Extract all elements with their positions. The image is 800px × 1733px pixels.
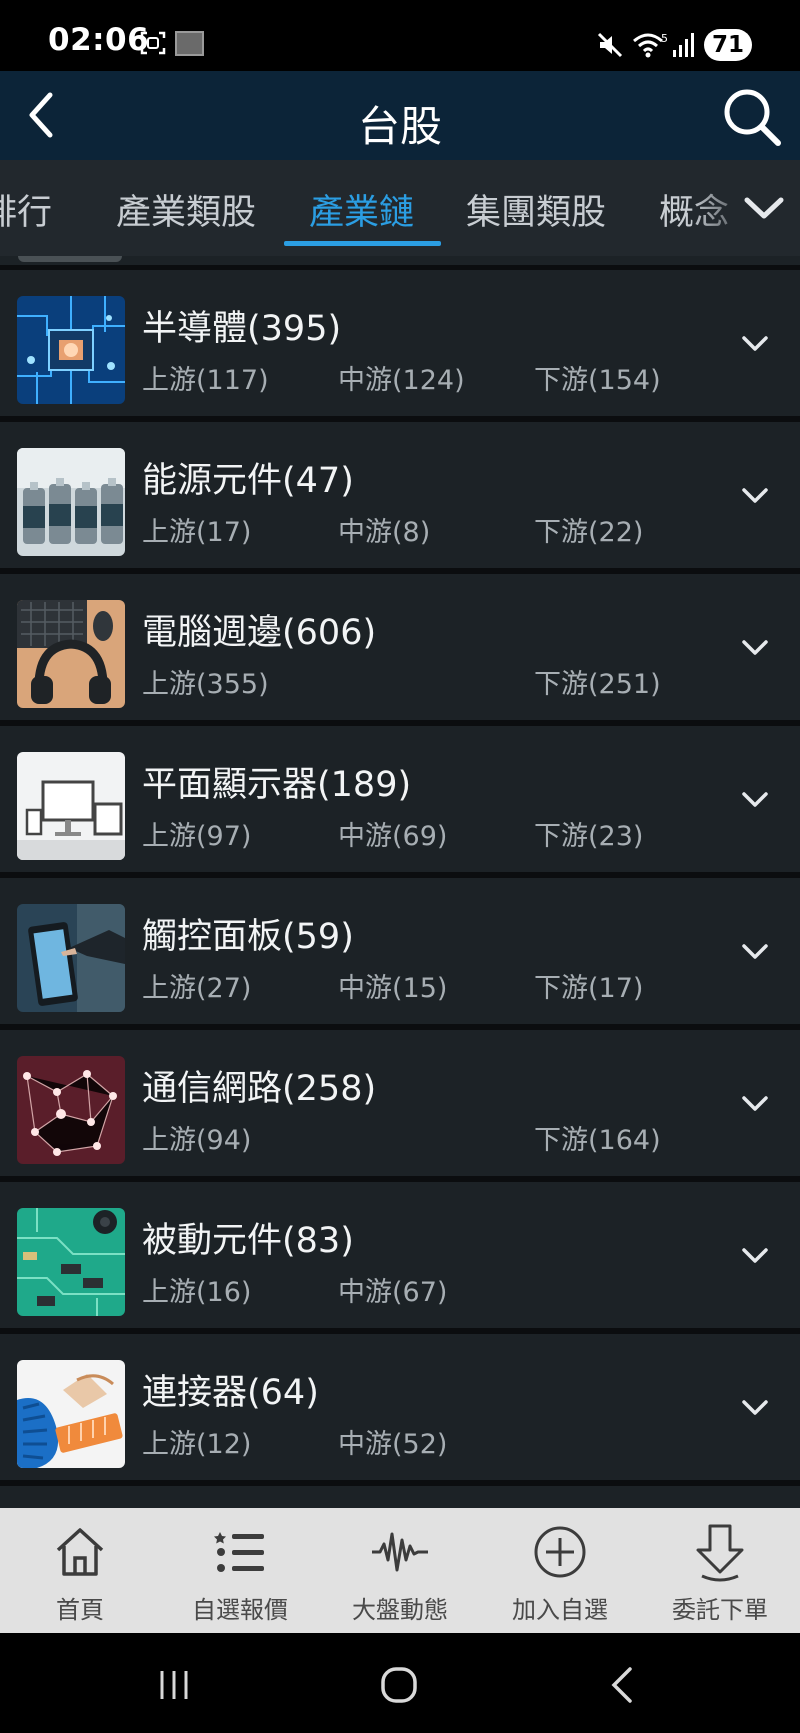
downstream-count[interactable]: 下游(23) [534,814,643,853]
expand-chevron-icon[interactable] [737,1389,773,1425]
svg-text:5: 5 [661,32,668,45]
bottom-nav: 首頁 自選報價 大盤動態 加入自選 委託下單 [0,1508,800,1633]
nav-label: 自選報價 [192,1596,288,1624]
expand-chevron-icon[interactable] [737,325,773,361]
nav-label: 首頁 [56,1596,104,1624]
expand-chevron-icon[interactable] [737,1237,773,1273]
tab-group-sector[interactable]: 集團類股 [466,184,606,235]
midstream-count[interactable]: 中游(124) [338,358,465,397]
list-item[interactable]: 連接器(64) 上游(12) 中游(52) [0,1334,800,1480]
search-icon[interactable] [720,85,784,149]
list-item[interactable]: 觸控面板(59) 上游(27) 中游(15) 下游(17) [0,878,800,1024]
upstream-count[interactable]: 上游(12) [142,1422,251,1461]
tab-ranking[interactable]: 排行 [0,184,52,235]
list-item [0,256,800,265]
industry-thumbnail [18,256,122,262]
connector-image [17,1360,125,1468]
order-down-icon [696,1524,744,1582]
active-tab-indicator [284,241,441,246]
upstream-count[interactable]: 上游(355) [142,662,269,701]
midstream-count[interactable]: 中游(52) [338,1422,447,1461]
upstream-count[interactable]: 上游(17) [142,510,251,549]
list-item [0,1486,800,1508]
list-item[interactable]: 半導體(395) 上游(117) 中游(124) 下游(154) [0,270,800,416]
midstream-count[interactable]: 中游(67) [338,1270,447,1309]
tab-industry-chain[interactable]: 產業鏈 [309,184,414,235]
nav-label: 大盤動態 [352,1596,448,1624]
downstream-count[interactable]: 下游(164) [534,1118,661,1157]
expand-chevron-icon[interactable] [737,933,773,969]
chip-image [17,296,125,404]
gallery-icon [175,31,204,56]
midstream-count[interactable]: 中游(69) [338,814,447,853]
page-title: 台股 [357,102,442,151]
expand-chevron-icon[interactable] [737,1085,773,1121]
industry-title: 通信網路(258) [142,1069,377,1109]
industry-title: 平面顯示器(189) [142,765,412,805]
industry-title: 被動元件(83) [142,1221,354,1261]
category-tabs: 排行 產業類股 產業鏈 集團類股 概念 [0,160,800,256]
nav-add-watchlist[interactable]: 加入自選 [480,1508,640,1633]
downstream-count[interactable]: 下游(17) [534,966,643,1005]
midstream-count[interactable]: 中游(15) [338,966,447,1005]
home-circle-icon[interactable] [377,1663,421,1707]
add-circle-icon [534,1526,586,1578]
upstream-count[interactable]: 上游(117) [142,358,269,397]
status-bar: 02:06 5 71 [0,0,800,71]
nav-watchlist[interactable]: 自選報價 [160,1508,320,1633]
wifi-icon: 5 [633,32,668,58]
system-nav-bar [0,1633,800,1733]
list-item[interactable]: 能源元件(47) 上游(17) 中游(8) 下游(22) [0,422,800,568]
industry-title: 電腦週邊(606) [142,613,377,653]
industry-title: 能源元件(47) [142,461,354,501]
back-icon[interactable] [602,1663,646,1707]
nav-market-trend[interactable]: 大盤動態 [320,1508,480,1633]
downstream-count[interactable]: 下游(154) [534,358,661,397]
recents-icon[interactable] [152,1663,196,1707]
upstream-count[interactable]: 上游(94) [142,1118,251,1157]
expand-chevron-icon[interactable] [737,781,773,817]
chevron-down-icon[interactable] [738,182,790,234]
industry-chain-list: 半導體(395) 上游(117) 中游(124) 下游(154) 能源元件(47… [0,256,800,1508]
list-icon [214,1532,264,1572]
signal-icon [673,33,694,57]
industry-title: 觸控面板(59) [142,917,354,957]
upstream-count[interactable]: 上游(97) [142,814,251,853]
touch-tablet-image [17,904,125,1012]
home-icon [56,1528,104,1576]
expand-chevron-icon[interactable] [737,477,773,513]
list-item[interactable]: 通信網路(258) 上游(94) 下游(164) [0,1030,800,1176]
upstream-count[interactable]: 上游(16) [142,1270,251,1309]
upstream-count[interactable]: 上游(27) [142,966,251,1005]
downstream-count[interactable]: 下游(22) [534,510,643,549]
headphones-image [17,600,125,708]
circuit-board-image [17,1208,125,1316]
nav-place-order[interactable]: 委託下單 [640,1508,800,1633]
expand-chevron-icon[interactable] [737,629,773,665]
display-devices-image [17,752,125,860]
pulse-icon [372,1532,428,1572]
screenshot-icon [140,31,166,55]
mute-icon [597,32,623,58]
nav-label: 委託下單 [672,1596,768,1624]
battery-indicator: 71 [704,29,752,61]
tab-industry-sector[interactable]: 產業類股 [116,184,256,235]
list-item[interactable]: 被動元件(83) 上游(16) 中游(67) [0,1182,800,1328]
industry-title: 半導體(395) [142,309,342,349]
app-header: 台股 [0,71,800,160]
downstream-count[interactable]: 下游(251) [534,662,661,701]
industry-title: 連接器(64) [142,1373,319,1413]
screen: 02:06 5 71 台股 行 產業類股 產業鏈 集團類股 半導體(395) 上… [0,0,800,1733]
nav-label: 加入自選 [512,1596,608,1624]
nav-home[interactable]: 首頁 [0,1508,160,1633]
list-item[interactable]: 平面顯示器(189) 上游(97) 中游(69) 下游(23) [0,726,800,872]
battery-image [17,448,125,556]
network-image [17,1056,125,1164]
list-item[interactable]: 電腦週邊(606) 上游(355) 下游(251) [0,574,800,720]
status-time: 02:06 [48,22,150,58]
midstream-count[interactable]: 中游(8) [338,510,430,549]
